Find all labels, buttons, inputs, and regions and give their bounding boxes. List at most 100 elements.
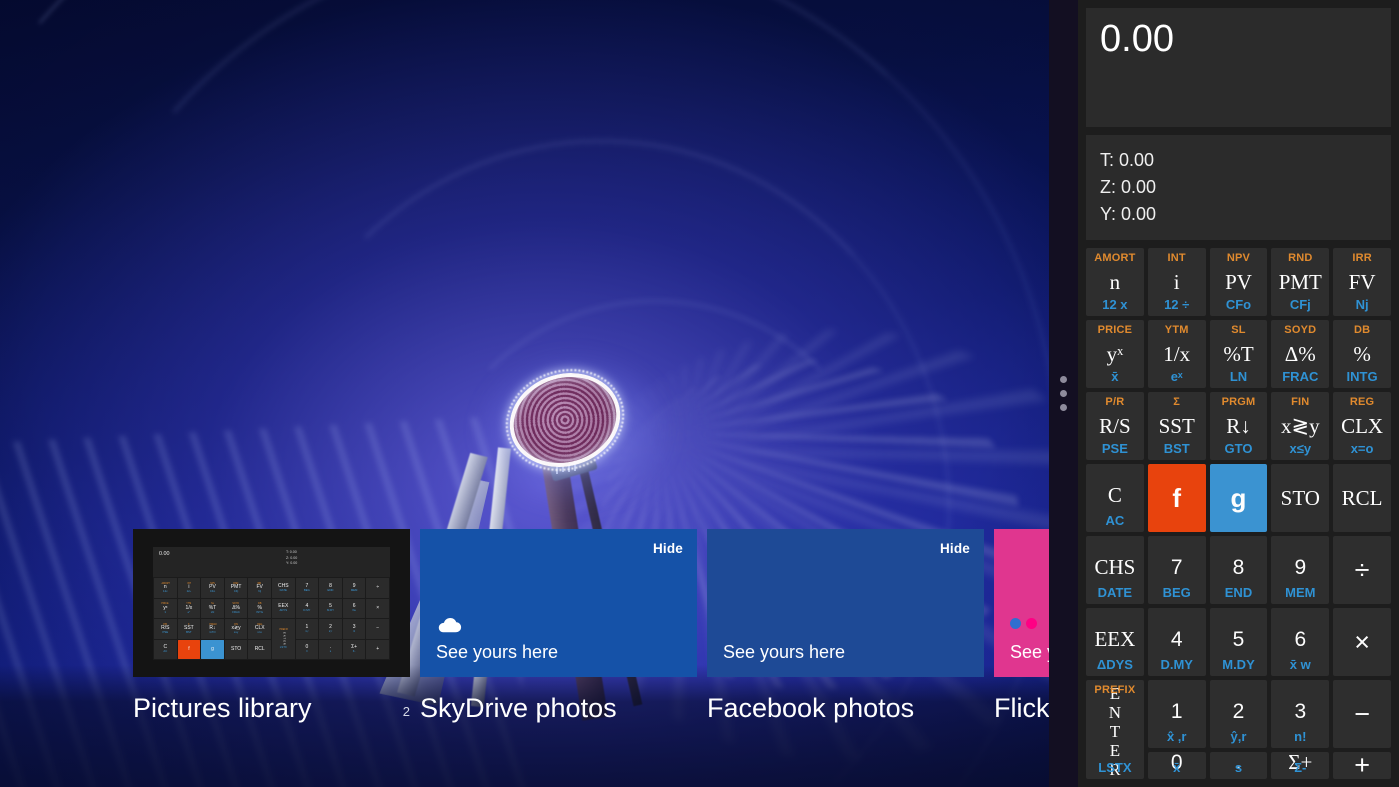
tile-skydrive-photos[interactable]: Hide See yours here xyxy=(420,529,697,677)
flickr-dot-pink xyxy=(1026,618,1037,629)
key-g-shift[interactable]: g xyxy=(1209,464,1268,532)
thumbnail-key-f: SOYD xyxy=(232,602,240,605)
key-clx-label: CLX xyxy=(1341,413,1384,438)
key-8-label: 8 xyxy=(1232,555,1245,579)
key-exchange-xy[interactable]: FIN x≷y x≤y xyxy=(1271,392,1330,460)
key-fv[interactable]: IRR FV Nj xyxy=(1333,248,1391,316)
key-delta-percent[interactable]: SOYD Δ% FRAC xyxy=(1271,320,1330,388)
key-pv[interactable]: NPV PV CFo xyxy=(1209,248,1268,316)
key-i[interactable]: INT i 12 ÷ xyxy=(1147,248,1206,316)
key-clear[interactable]: C AC xyxy=(1086,464,1144,532)
grip-dot xyxy=(1060,376,1067,383)
key-sigma-plus-g-label: Σ- xyxy=(1294,760,1307,775)
key-percent-t[interactable]: SL %T LN xyxy=(1209,320,1268,388)
thumbnail-key: f xyxy=(177,639,201,659)
tile-facebook-photos[interactable]: Hide See yours here xyxy=(707,529,984,677)
thumbnail-key: − xyxy=(366,619,389,639)
grip-dot xyxy=(1060,390,1067,397)
thumbnail-key-g: LN xyxy=(210,609,215,614)
key-percent[interactable]: DB% INTG xyxy=(1333,320,1391,388)
thumbnail-key-main: g xyxy=(211,645,214,652)
key-4[interactable]: 4 D.MY xyxy=(1147,608,1206,676)
key-multiply[interactable]: × xyxy=(1333,608,1391,676)
display-value: 0.00 xyxy=(1100,18,1174,60)
key-add[interactable]: + xyxy=(1333,752,1391,779)
key-sigma-plus[interactable]: Σ+ Σ- xyxy=(1271,752,1330,779)
key-exchange-xy-label: x≷y xyxy=(1280,413,1320,438)
thumbnail-key-g: x̄w xyxy=(352,608,356,613)
thumbnail-key-f: RND xyxy=(233,581,239,585)
key-f-shift[interactable]: f xyxy=(1147,464,1206,532)
grip-dot xyxy=(1060,404,1067,411)
pictures-thumbnail: 0.00 T: 0.00 Z: 0.00 Y: 0.00 AMORT n 12x IN… xyxy=(153,547,390,660)
thumbnail-key: P/R R/S PSE xyxy=(154,619,177,639)
thumbnail-key: SOYD Δ% FRAC xyxy=(224,598,248,618)
key-8[interactable]: 8 END xyxy=(1209,536,1268,604)
thumbnail-key: RCL xyxy=(248,639,271,659)
calculator-app: 0.00 T: 0.00 Z: 0.00 Y: 0.00 AMORT n 12 x I… xyxy=(1078,0,1399,787)
key-fv-f-label: IRR xyxy=(1352,252,1372,264)
tile-label-facebook-photos: Facebook photos xyxy=(707,693,915,723)
thumbnail-key: g xyxy=(201,639,224,659)
key-5[interactable]: 5 M.DY xyxy=(1209,608,1268,676)
flickr-icon xyxy=(1010,618,1037,629)
thumbnail-key-f: AMORT xyxy=(161,581,170,585)
see-yours-here-facebook[interactable]: See yours here xyxy=(723,642,845,663)
key-sto-label: STO xyxy=(1280,485,1320,510)
key-sst-g-label: BST xyxy=(1163,441,1190,456)
key-sst[interactable]: Σ SST BST xyxy=(1147,392,1206,460)
key-pmt[interactable]: RND PMT CFj xyxy=(1271,248,1330,316)
key-y-to-x[interactable]: PRICE yˣ x̄ xyxy=(1086,320,1144,388)
calculator-display: 0.00 xyxy=(1086,8,1391,127)
key-eex[interactable]: EEX ΔDYS xyxy=(1086,608,1144,676)
key-chs[interactable]: CHS DATE xyxy=(1086,536,1144,604)
thumbnail-key-f: NPV xyxy=(210,581,215,585)
key-9-g-label: MEM xyxy=(1285,585,1316,600)
key-fv-label: FV xyxy=(1348,269,1376,294)
key-sto[interactable]: STO xyxy=(1271,464,1330,532)
key-clear-label: C xyxy=(1107,482,1122,507)
key-reciprocal[interactable]: YTM 1/x eˣ xyxy=(1147,320,1206,388)
tile-flickr-photos[interactable]: See yours here xyxy=(994,529,1049,677)
key-3[interactable]: 3 n! xyxy=(1271,680,1330,748)
key-subtract[interactable]: − xyxy=(1333,680,1391,748)
key-rcl[interactable]: RCL xyxy=(1333,464,1391,532)
key-6[interactable]: 6 x̄ w xyxy=(1271,608,1330,676)
key-percent-t-g-label: LN xyxy=(1229,369,1248,384)
key-0[interactable]: 0 x̄ xyxy=(1147,752,1206,779)
key-2[interactable]: 2 ŷ,r xyxy=(1209,680,1268,748)
key-reciprocal-label: 1/x xyxy=(1163,341,1191,366)
key-reciprocal-g-label: eˣ xyxy=(1170,369,1183,384)
key-divide[interactable]: ÷ xyxy=(1333,536,1391,604)
hide-button-facebook[interactable]: Hide xyxy=(940,541,970,556)
thumbnail-key-g: BST xyxy=(186,630,192,635)
see-yours-here-flickr[interactable]: See yours here xyxy=(1010,642,1049,663)
key-5-g-label: M.DY xyxy=(1222,657,1255,672)
hide-button-skydrive[interactable]: Hide xyxy=(653,541,683,556)
key-clx[interactable]: REG CLX x=o xyxy=(1333,392,1391,460)
thumbnail-key-g: Nj xyxy=(258,589,262,594)
thumbnail-key: Σ+ Σ- xyxy=(342,639,366,659)
tile-pictures-library[interactable]: 0.00 T: 0.00 Z: 0.00 Y: 0.00 AMORT n 12x IN… xyxy=(133,529,410,677)
thumbnail-key: .s xyxy=(319,639,342,659)
app-splitter[interactable] xyxy=(1049,0,1078,787)
key-sst-f-label: Σ xyxy=(1173,396,1181,408)
thumbnail-key-g: x≤y xyxy=(233,630,239,635)
key-roll-down[interactable]: PRGM R↓ GTO xyxy=(1209,392,1268,460)
key-9[interactable]: 9 MEM xyxy=(1271,536,1330,604)
see-yours-here-skydrive[interactable]: See yours here xyxy=(436,642,558,663)
key-1[interactable]: 1 x̂ ,r xyxy=(1147,680,1206,748)
key-7[interactable]: 7 BEG xyxy=(1147,536,1206,604)
key-n[interactable]: AMORT n 12 x xyxy=(1086,248,1144,316)
key-decimal[interactable]: .s xyxy=(1209,752,1268,779)
key-delta-percent-g-label: FRAC xyxy=(1282,369,1319,384)
photos-app: 0.00 T: 0.00 Z: 0.00 Y: 0.00 AMORT n 12x IN… xyxy=(0,0,1049,787)
thumbnail-key-g: 12÷ xyxy=(186,589,192,594)
key-run-stop[interactable]: P/R R/S PSE xyxy=(1086,392,1144,460)
splitter-grip-icon[interactable] xyxy=(1060,376,1067,411)
key-delta-percent-f-label: SOYD xyxy=(1284,324,1317,336)
thumbnail-key: C AC xyxy=(154,639,177,659)
thumbnail-key: AMORT n 12x xyxy=(154,578,177,598)
key-g-shift-label: g xyxy=(1230,483,1247,513)
key-enter[interactable]: PREFIX E N T E R LSTX xyxy=(1086,680,1144,779)
